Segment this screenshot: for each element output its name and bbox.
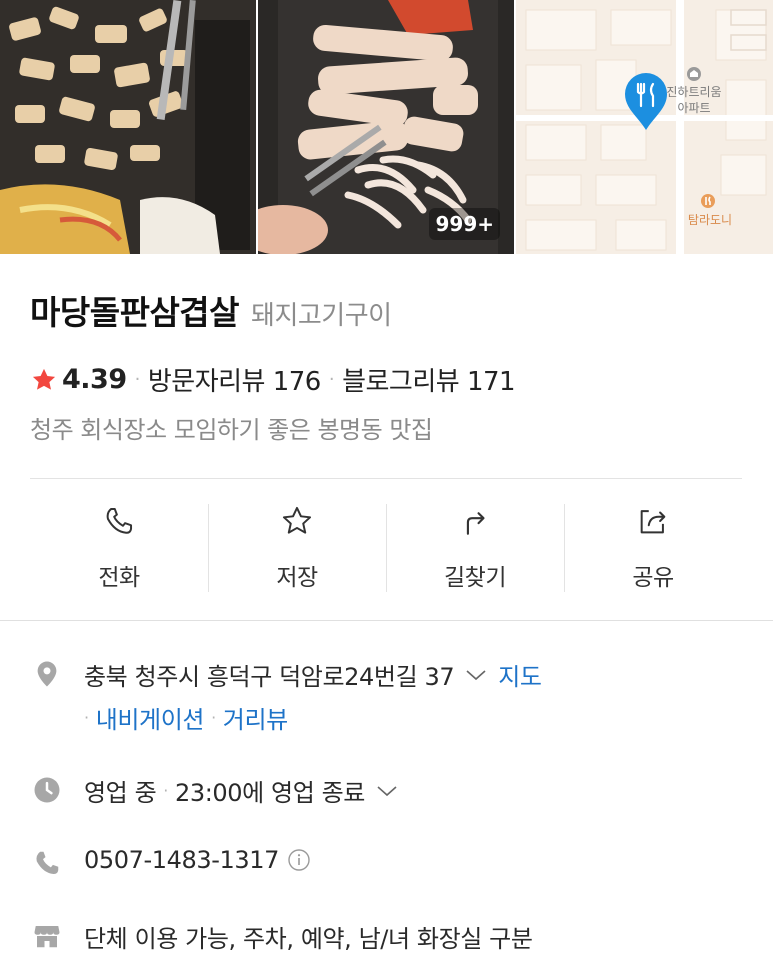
phone-filled-icon <box>36 851 59 875</box>
clock-icon <box>34 777 60 803</box>
save-label: 저장 <box>276 565 318 591</box>
restaurant-pin-icon[interactable] <box>623 72 669 132</box>
hours-status: 영업 중 <box>84 779 157 807</box>
separator-dot: · <box>134 369 141 390</box>
directions-label: 길찾기 <box>444 565 506 591</box>
directions-icon <box>466 512 485 535</box>
blog-reviews-link[interactable]: 블로그리뷰 171 <box>342 361 516 398</box>
amenities-text: 단체 이용 가능, 주차, 예약, 남/녀 화장실 구분 <box>84 925 533 953</box>
star-outline-icon <box>282 506 312 534</box>
street-view-link[interactable]: 거리뷰 <box>223 700 288 735</box>
directions-button[interactable]: 길찾기 <box>386 490 564 602</box>
place-category: 돼지고기구이 <box>251 301 392 331</box>
call-button[interactable]: 전화 <box>30 490 208 602</box>
info-circle-icon[interactable] <box>287 848 311 872</box>
visitor-reviews-link[interactable]: 방문자리뷰 176 <box>148 361 322 398</box>
action-bar: 전화 저장 길찾기 공유 <box>30 490 742 602</box>
photo-gallery: 999+ 진하트리움 아파트 탐라도니 <box>0 0 773 254</box>
map-label-poi: 탐라도니 <box>687 213 733 227</box>
hours-row[interactable]: 영업 중 · 23:00에 영업 종료 <box>84 773 409 808</box>
place-description: 청주 회식장소 모임하기 좋은 봉명동 맛집 <box>30 416 433 444</box>
share-icon <box>640 510 666 534</box>
food-photo-1[interactable] <box>0 0 256 254</box>
phone-number[interactable]: 0507-1483-1317 <box>84 846 279 874</box>
food-photo-1-image <box>0 0 256 254</box>
location-pin-icon <box>37 661 57 687</box>
share-button[interactable]: 공유 <box>564 490 742 602</box>
star-filled-icon <box>32 368 56 390</box>
chevron-down-icon[interactable] <box>375 783 399 799</box>
place-title-row: 마당돌판삼겹살 돼지고기구이 <box>30 286 392 334</box>
divider <box>30 478 742 479</box>
separator-dot: · <box>84 708 89 727</box>
address-row: 충북 청주시 흥덕구 덕암로24번길 37 지도 <box>84 657 542 692</box>
map-thumbnail[interactable]: 진하트리움 아파트 탐라도니 <box>516 0 773 254</box>
rating-score: 4.39 <box>62 364 127 395</box>
separator-dot: · <box>163 781 168 800</box>
hours-detail: 23:00에 영업 종료 <box>174 779 365 807</box>
separator-dot: · <box>211 708 216 727</box>
separator-dot: · <box>328 369 335 390</box>
navigation-link[interactable]: 내비게이션 <box>96 700 205 735</box>
amenities-row: 단체 이용 가능, 주차, 예약, 남/녀 화장실 구분 <box>84 919 533 954</box>
photo-count-badge[interactable]: 999+ <box>429 208 500 240</box>
phone-row: 0507-1483-1317 <box>84 846 311 874</box>
map-link[interactable]: 지도 <box>498 657 542 692</box>
call-label: 전화 <box>98 565 140 591</box>
address-text: 충북 청주시 흥덕구 덕암로24번길 37 <box>84 663 455 691</box>
restaurant-poi-icon <box>701 194 715 208</box>
place-name: 마당돌판삼겹살 <box>30 293 240 332</box>
save-button[interactable]: 저장 <box>208 490 386 602</box>
share-label: 공유 <box>632 565 674 591</box>
rating-row: 4.39 · 방문자리뷰 176 · 블로그리뷰 171 <box>30 361 516 398</box>
address-links-row: · 내비게이션 · 거리뷰 <box>84 700 288 735</box>
apartment-poi-icon <box>687 67 701 81</box>
food-photo-2[interactable]: 999+ <box>258 0 514 254</box>
map-label-apartment: 진하트리움 아파트 <box>666 85 722 115</box>
phone-icon <box>106 507 133 534</box>
section-divider <box>0 620 773 621</box>
store-icon <box>34 926 60 948</box>
chevron-down-icon[interactable] <box>464 667 488 683</box>
